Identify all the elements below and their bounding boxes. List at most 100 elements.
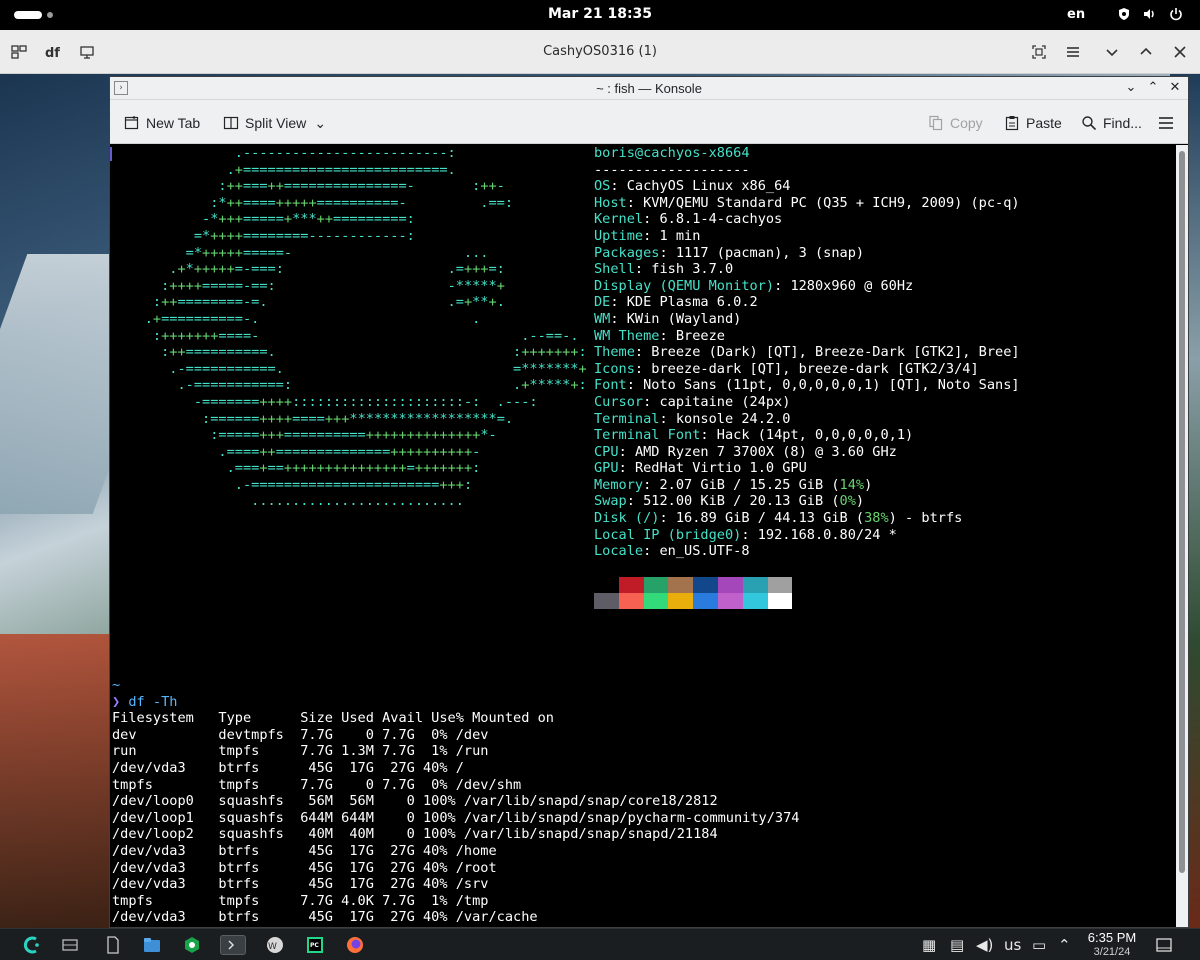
keyboard-layout[interactable]: us bbox=[1004, 935, 1021, 955]
copy-button[interactable]: Copy bbox=[928, 113, 983, 133]
minimize-icon[interactable]: ⌄ bbox=[1122, 79, 1140, 97]
paste-button[interactable]: Paste bbox=[1004, 113, 1062, 133]
clipboard-icon[interactable]: ▤ bbox=[950, 935, 964, 955]
power-icon[interactable] bbox=[1169, 7, 1183, 21]
wallpaper-foliage bbox=[0, 634, 120, 928]
scrollbar[interactable] bbox=[1176, 145, 1188, 927]
fastfetch-row: CPU: AMD Ryzen 7 3700X (8) @ 3.60 GHz bbox=[594, 443, 897, 460]
firefox-icon[interactable] bbox=[345, 935, 365, 955]
window-close-icon[interactable]: ✕ bbox=[1166, 79, 1184, 97]
cachyos-ascii-logo: .-------------------------: .+==========… bbox=[144, 145, 587, 510]
fastfetch-row: Display (QEMU Monitor): 1280x960 @ 60Hz bbox=[594, 277, 914, 294]
df-row: dev devtmpfs 7.7G 0 7.7G 0% /dev bbox=[112, 726, 489, 743]
df-row: /dev/vda3 btrfs 45G 17G 27G 40% /srv bbox=[112, 876, 489, 893]
vm-viewer-titlebar: df CashyOS0316 (1) bbox=[0, 30, 1200, 74]
paste-icon bbox=[1005, 116, 1019, 131]
fastfetch-row: Terminal Font: Hack (14pt, 0,0,0,0,0,1) bbox=[594, 427, 914, 444]
fastfetch-at: @ bbox=[634, 145, 644, 161]
find-label: Find... bbox=[1103, 115, 1142, 131]
df-row: run tmpfs 7.7G 1.3M 7.7G 1% /run bbox=[112, 743, 489, 760]
split-view-button[interactable]: Split View ⌄ bbox=[223, 113, 328, 133]
pager-icon[interactable] bbox=[60, 935, 80, 955]
fastfetch-row: GPU: RedHat Virtio 1.0 GPU bbox=[594, 460, 807, 477]
df-row: /dev/vda3 btrfs 45G 17G 27G 40% /var/cac… bbox=[112, 909, 538, 926]
search-icon bbox=[1082, 116, 1097, 131]
maximize-icon[interactable]: ⌃ bbox=[1144, 79, 1162, 97]
hamburger-menu-icon[interactable] bbox=[1064, 43, 1082, 61]
screenshot-icon[interactable] bbox=[1030, 43, 1048, 61]
terminal-icon bbox=[228, 940, 235, 950]
command: df -Th bbox=[128, 693, 178, 710]
cachyos-launcher-icon[interactable] bbox=[22, 935, 42, 955]
pycharm-icon[interactable]: PC bbox=[305, 935, 325, 955]
fastfetch-separator: ------------------- bbox=[594, 161, 750, 178]
chevron-down-icon[interactable] bbox=[1103, 43, 1121, 61]
palette-swatch bbox=[717, 593, 743, 609]
host-top-bar: Mar 21 18:35 en bbox=[0, 0, 1200, 30]
terminal-view[interactable]: .-------------------------: .+==========… bbox=[110, 145, 1174, 927]
palette-swatch bbox=[643, 593, 669, 609]
fastfetch-row: Memory: 2.07 GiB / 15.25 GiB (14%) bbox=[594, 476, 873, 493]
file-manager-icon[interactable] bbox=[142, 935, 162, 955]
palette-swatch bbox=[668, 577, 694, 593]
color-palette bbox=[594, 577, 793, 609]
konsole-window-title: ~ : fish — Konsole bbox=[596, 81, 702, 96]
df-row: /dev/vda3 btrfs 45G 17G 27G 40% /var/log bbox=[112, 926, 521, 927]
cwd: ~ bbox=[112, 677, 121, 693]
fastfetch-row: Locale: en_US.UTF-8 bbox=[594, 543, 750, 560]
fastfetch-row: DE: KDE Plasma 6.0.2 bbox=[594, 294, 758, 311]
scrollbar-thumb[interactable] bbox=[1179, 151, 1185, 873]
display-icon[interactable]: ▭ bbox=[1032, 935, 1046, 955]
palette-swatch bbox=[643, 577, 669, 593]
shell-output: ~ ❯ df -Th Filesystem Type Size Used Ava… bbox=[112, 677, 799, 927]
palette-swatch bbox=[594, 577, 619, 593]
split-view-label: Split View bbox=[245, 115, 307, 131]
panel-date: 3/21/24 bbox=[1093, 946, 1131, 958]
guest-taskbar: W PC ▦ ▤ ◀) us ▭ ⌃ 6:35 PM 3/21/24 bbox=[0, 928, 1200, 960]
fastfetch-host: cachyos-x8664 bbox=[643, 145, 750, 161]
df-table: Filesystem Type Size Used Avail Use% Mou… bbox=[112, 710, 799, 927]
input-language[interactable]: en bbox=[1067, 7, 1085, 22]
tray-expand-icon[interactable]: ⌃ bbox=[1058, 935, 1071, 955]
prompt-symbol: ❯ bbox=[112, 693, 121, 710]
df-row: /dev/vda3 btrfs 45G 17G 27G 40% /root bbox=[112, 859, 497, 876]
fastfetch-row: Local IP (bridge0): 192.168.0.80/24 * bbox=[594, 526, 897, 543]
chevron-up-icon[interactable] bbox=[1137, 43, 1155, 61]
df-row: tmpfs tmpfs 7.7G 4.0K 7.7G 1% /tmp bbox=[112, 892, 489, 909]
find-button[interactable]: Find... bbox=[1081, 113, 1142, 133]
shield-icon[interactable] bbox=[1117, 7, 1131, 21]
fastfetch-row: Packages: 1117 (pacman), 3 (snap) bbox=[594, 244, 865, 261]
split-view-icon bbox=[223, 116, 239, 130]
fastfetch-row: Icons: breeze-dark [QT], breeze-dark [GT… bbox=[594, 360, 979, 377]
konsole-menu-button[interactable] bbox=[1158, 113, 1174, 133]
palette-swatch bbox=[742, 577, 768, 593]
df-row: /dev/vda3 btrfs 45G 17G 27G 40% / bbox=[112, 759, 464, 776]
fastfetch-row: WM: KWin (Wayland) bbox=[594, 310, 742, 327]
fastfetch-row: Font: Noto Sans (11pt, 0,0,0,0,0,1) [QT]… bbox=[594, 377, 1020, 394]
close-icon[interactable] bbox=[1171, 43, 1189, 61]
palette-swatch bbox=[717, 577, 743, 593]
konsole-window: › ~ : fish — Konsole ⌄ ⌃ ✕ New Tab Split… bbox=[109, 76, 1189, 928]
palette-swatch bbox=[767, 593, 793, 609]
copy-label: Copy bbox=[950, 115, 983, 131]
show-desktop-icon[interactable] bbox=[1154, 935, 1174, 955]
document-icon[interactable] bbox=[103, 935, 123, 955]
panel-clock[interactable]: 6:35 PM 3/21/24 bbox=[1080, 931, 1144, 959]
df-row: /dev/loop2 squashfs 40M 40M 0 100% /var/… bbox=[112, 826, 718, 843]
web-app-icon[interactable]: W bbox=[265, 935, 285, 955]
clock[interactable]: Mar 21 18:35 bbox=[0, 6, 1200, 22]
new-tab-button[interactable]: New Tab bbox=[124, 113, 200, 133]
fastfetch-user: boris bbox=[594, 145, 635, 161]
hamburger-menu-icon bbox=[1159, 117, 1173, 129]
konsole-titlebar[interactable]: › ~ : fish — Konsole ⌄ ⌃ ✕ bbox=[110, 77, 1188, 100]
volume-icon[interactable] bbox=[1142, 7, 1156, 21]
palette-swatch bbox=[767, 577, 793, 593]
network-applet-icon[interactable]: ▦ bbox=[922, 935, 936, 955]
konsole-task-button[interactable] bbox=[220, 935, 246, 955]
palette-swatch bbox=[618, 577, 644, 593]
fastfetch-row: Uptime: 1 min bbox=[594, 227, 701, 244]
fastfetch-info: boris@cachyos-x8664 ------------------- … bbox=[594, 145, 1020, 560]
volume-icon[interactable]: ◀) bbox=[976, 935, 993, 955]
discover-icon[interactable] bbox=[182, 935, 202, 955]
new-tab-label: New Tab bbox=[146, 115, 201, 131]
